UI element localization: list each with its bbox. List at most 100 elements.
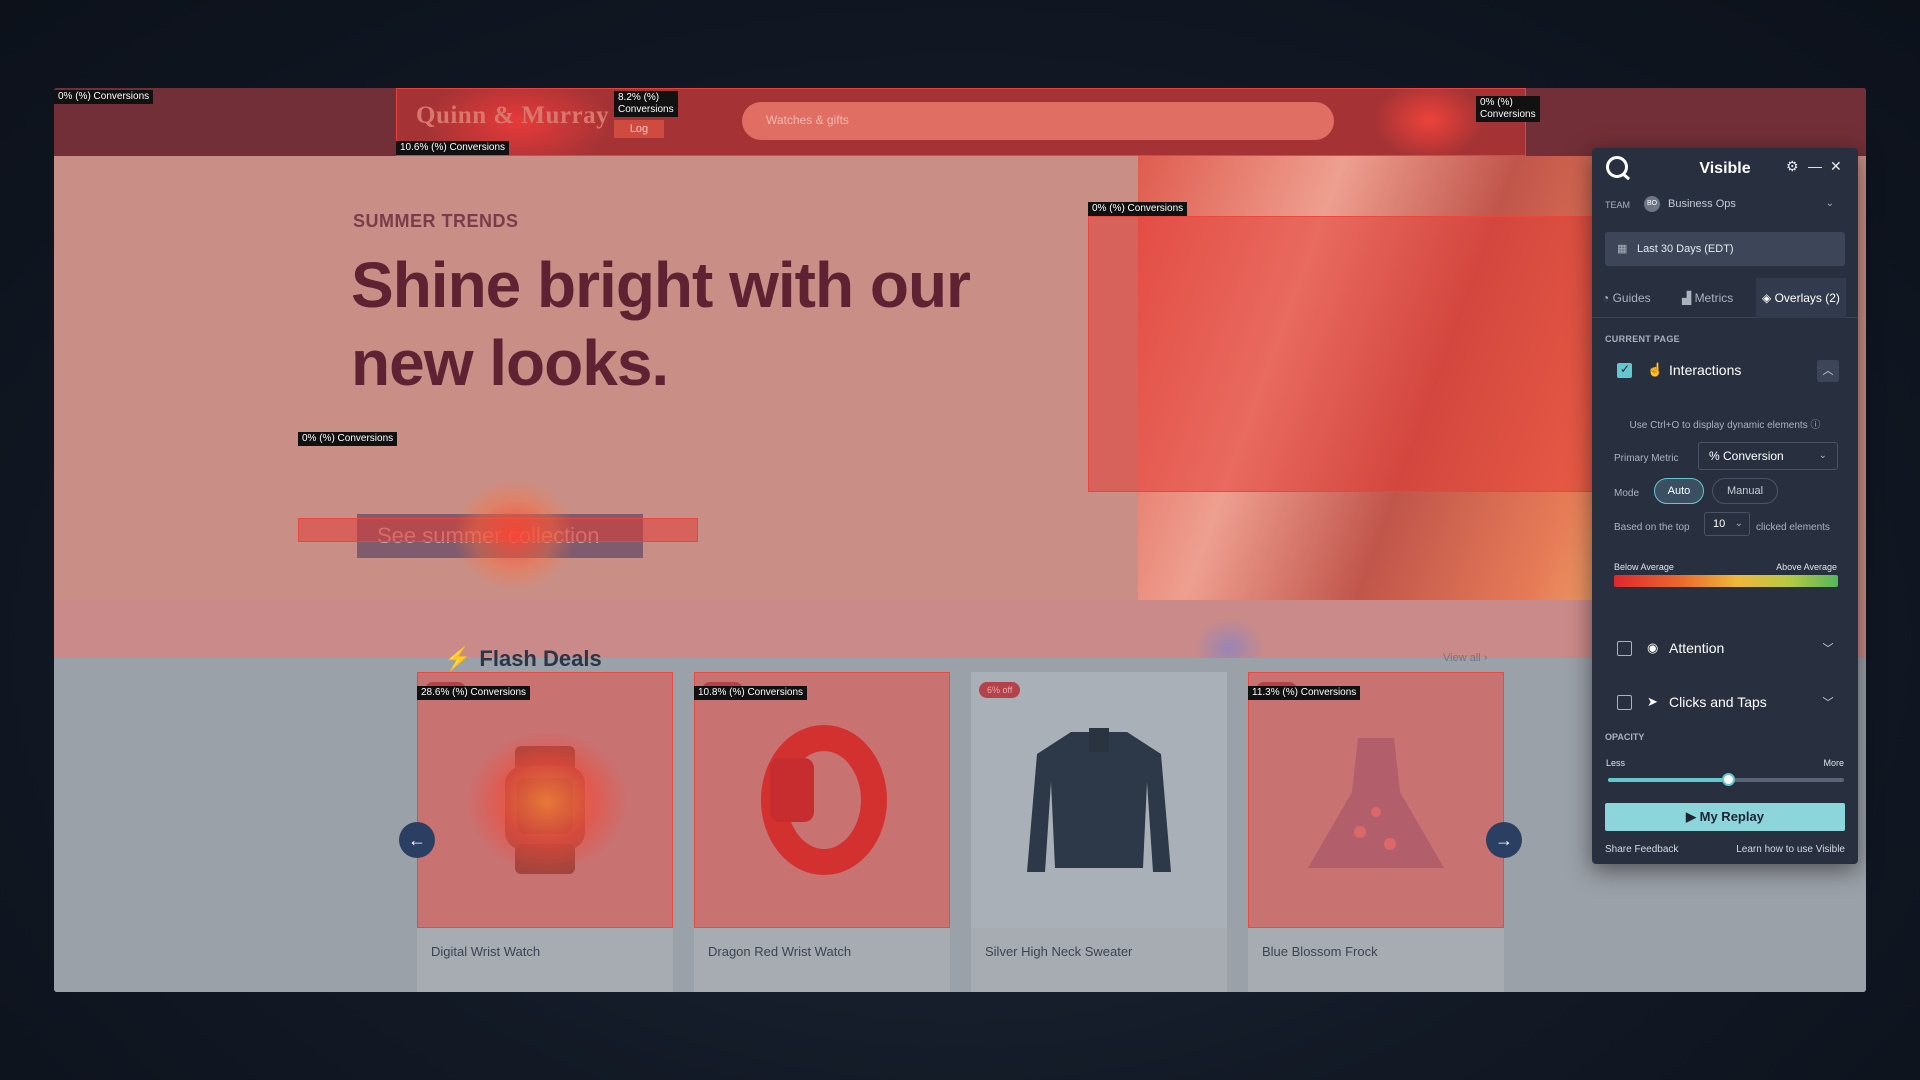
close-icon[interactable]: ✕ [1830, 158, 1842, 175]
my-replay-button[interactable]: ▶ My Replay [1605, 803, 1845, 831]
clicks-taps-checkbox[interactable] [1617, 695, 1632, 710]
tab-overlays-label: Overlays (2) [1774, 291, 1840, 305]
panel-tabs: ◔ Guides ▟ Metrics ◈ Overlays (2) [1592, 278, 1858, 318]
eye-icon: ◉ [1647, 640, 1659, 655]
hero-headline: Shine bright with our new looks. [351, 249, 971, 399]
product-card[interactable]: 6% off Silver High Neck Sweater [971, 672, 1227, 992]
view-all-link[interactable]: View all › [1443, 652, 1487, 664]
carousel-prev-button[interactable]: ← [399, 822, 435, 858]
tab-metrics-label: Metrics [1694, 291, 1734, 305]
date-range-picker[interactable]: ▦ Last 30 Days (EDT) [1605, 232, 1845, 266]
hero-kicker: SUMMER TRENDS [353, 211, 519, 231]
attention-row[interactable]: ◉ Attention ﹀ [1605, 634, 1845, 664]
overlay-label-cta: 0% (%) Conversions [298, 432, 398, 446]
top-n-select[interactable]: 10 ⌄ [1704, 512, 1750, 536]
team-value: Business Ops [1668, 198, 1736, 210]
opacity-slider-knob[interactable] [1722, 773, 1736, 786]
tab-metrics[interactable]: ▟ Metrics [1682, 278, 1733, 318]
compass-icon: ◔ [1602, 291, 1613, 305]
primary-metric-value: % Conversion [1709, 449, 1784, 463]
heatmap-legend-gradient [1614, 575, 1838, 587]
mode-auto-button[interactable]: Auto [1654, 478, 1704, 504]
overlay-label-card4: 11.3% (%) Conversions [1248, 686, 1361, 700]
date-range-value: Last 30 Days (EDT) [1637, 243, 1734, 255]
settings-gear-icon[interactable]: ⚙ [1786, 158, 1799, 175]
calendar-icon: ▦ [1617, 243, 1628, 255]
product-card[interactable]: 7% off Dragon Red Wrist Watch [694, 672, 950, 992]
opacity-label: OPACITY [1605, 732, 1645, 742]
cta-overlay [298, 518, 698, 542]
interactions-label: Interactions [1669, 362, 1742, 378]
card-overlay [417, 672, 673, 928]
card-overlay [694, 672, 950, 928]
overlay-label-nav-right: 0% (%) Conversions [1476, 96, 1540, 122]
site-header: Quinn & Murray Log Watches & gifts [54, 88, 1866, 170]
product-name[interactable]: Silver High Neck Sweater [985, 944, 1132, 959]
opacity-slider[interactable] [1608, 773, 1844, 786]
cursor-icon: ➤ [1647, 694, 1658, 709]
bolt-icon: ⚡ [444, 646, 472, 671]
chevron-up-icon[interactable]: ︿ [1817, 360, 1839, 382]
clicks-taps-label: Clicks and Taps [1669, 694, 1767, 710]
interactions-checkbox[interactable] [1617, 362, 1632, 378]
interactions-row[interactable]: ☝ Interactions ︿ [1605, 356, 1845, 386]
team-avatar: BO [1644, 196, 1660, 212]
product-name[interactable]: Dragon Red Wrist Watch [708, 944, 851, 959]
carousel-next-button[interactable]: → [1486, 822, 1522, 858]
share-feedback-link[interactable]: Share Feedback [1605, 844, 1678, 855]
primary-metric-select[interactable]: % Conversion ⌄ [1698, 442, 1838, 470]
chevron-down-icon: ⌄ [1734, 518, 1743, 529]
panel-header: Visible ⚙ — ✕ [1592, 148, 1858, 188]
learn-visible-link[interactable]: Learn how to use Visible [1736, 844, 1845, 855]
current-page-label: CURRENT PAGE [1605, 334, 1680, 344]
attention-label: Attention [1669, 640, 1725, 656]
discount-badge: 6% off [979, 682, 1021, 698]
overlay-label-logo: 10.6% (%) Conversions [396, 141, 510, 155]
chevron-down-icon: ⌄ [1825, 198, 1834, 209]
opacity-slider-fill [1608, 778, 1729, 782]
chevron-down-icon: ⌄ [1818, 450, 1827, 461]
visible-panel: Visible ⚙ — ✕ TEAM BO Business Ops ⌄ ▦ L… [1592, 148, 1858, 864]
team-select[interactable]: BO Business Ops ⌄ [1638, 192, 1844, 216]
dynamic-elements-hint: Use Ctrl+O to display dynamic elements ⓘ [1629, 420, 1821, 431]
product-card[interactable]: 8% off Digital Wrist Watch [417, 672, 673, 992]
site-logo[interactable]: Quinn & Murray [416, 102, 609, 130]
mode-label: Mode [1614, 488, 1640, 499]
chevron-down-icon[interactable]: ﹀ [1817, 638, 1839, 660]
mode-manual-button[interactable]: Manual [1712, 478, 1778, 504]
attention-checkbox[interactable] [1617, 641, 1632, 656]
team-label: TEAM [1605, 200, 1631, 210]
clicked-elements-label: clicked elements [1756, 522, 1830, 533]
play-icon: ▶ [1686, 809, 1700, 824]
overlay-label-page: 0% (%) Conversions [54, 90, 154, 104]
chevron-down-icon[interactable]: ﹀ [1817, 692, 1839, 714]
chart-icon: ▟ [1682, 291, 1695, 305]
product-image[interactable] [971, 672, 1227, 928]
pointer-hand-icon: ☝ [1647, 362, 1664, 377]
site-search-input[interactable]: Watches & gifts [742, 102, 1334, 140]
tab-guides-label: Guides [1612, 291, 1651, 305]
below-average-label: Below Average [1614, 562, 1674, 572]
top-n-value: 10 [1713, 518, 1726, 530]
opacity-more-label: More [1823, 758, 1844, 768]
minimize-icon[interactable]: — [1808, 158, 1822, 174]
opacity-less-label: Less [1606, 758, 1626, 768]
my-replay-label: My Replay [1699, 809, 1764, 824]
tab-overlays[interactable]: ◈ Overlays (2) [1756, 278, 1846, 318]
above-average-label: Above Average [1776, 562, 1837, 572]
tab-guides[interactable]: ◔ Guides [1602, 278, 1651, 318]
sweater-icon [1027, 728, 1171, 872]
product-name[interactable]: Blue Blossom Frock [1262, 944, 1378, 959]
layers-icon: ◈ [1762, 291, 1775, 305]
based-on-label: Based on the top [1614, 522, 1690, 533]
overlay-label-nav-small: 8.2% (%) Conversions [614, 91, 678, 117]
flash-deals-title: ⚡ Flash Deals [444, 646, 602, 672]
primary-metric-label: Primary Metric [1614, 453, 1679, 464]
nav-button[interactable]: Log [614, 120, 664, 138]
overlay-label-card1: 28.6% (%) Conversions [417, 686, 531, 700]
product-card[interactable]: 7% off Blue Blossom Frock [1248, 672, 1504, 992]
product-name[interactable]: Digital Wrist Watch [431, 944, 540, 959]
card-overlay [1248, 672, 1504, 928]
hero-image-overlay [1088, 216, 1602, 492]
clicks-taps-row[interactable]: ➤ Clicks and Taps ﹀ [1605, 688, 1845, 718]
